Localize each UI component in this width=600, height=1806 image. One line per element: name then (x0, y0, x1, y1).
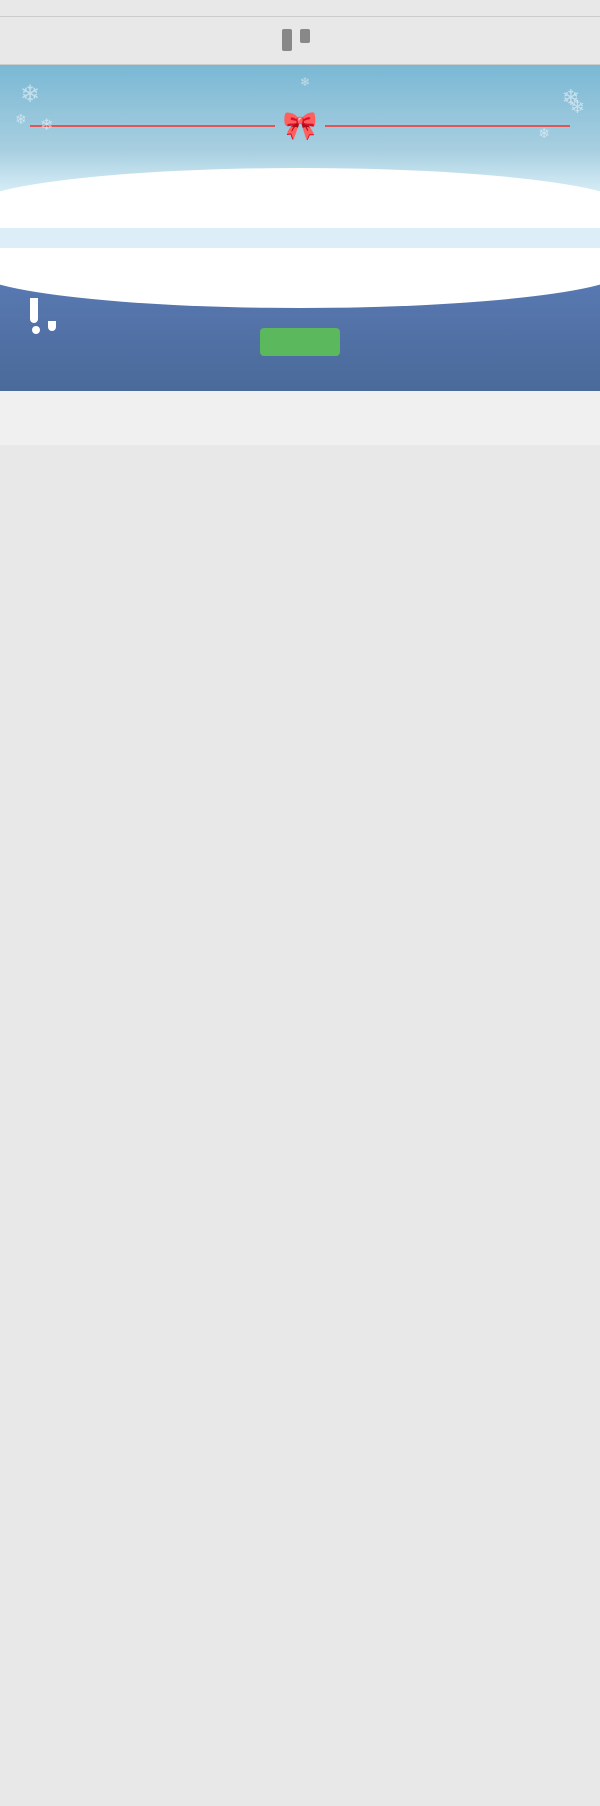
snowflake-3: ❄ (562, 85, 580, 111)
hero-divider: 🎀 (30, 109, 570, 142)
logo-area (0, 16, 600, 65)
social-footer (0, 391, 600, 445)
hero-section: ❄ ❄ ❄ ❄ ❄ ❄ ❄ 🎀 (0, 65, 600, 208)
hero-wave (0, 168, 600, 208)
snowflake-5: ❄ (300, 75, 310, 89)
snowflake-1: ❄ (20, 80, 40, 109)
drip-2 (48, 318, 60, 334)
snowflake-7: ❄ (570, 97, 585, 118)
trello-logo-icon (282, 29, 310, 51)
drip-decoration (30, 298, 60, 334)
email-wrapper: ❄ ❄ ❄ ❄ ❄ ❄ ❄ 🎀 (0, 0, 600, 445)
hero-line-right (325, 125, 570, 127)
section-9-12 (0, 248, 600, 268)
bow-icon: 🎀 (283, 109, 318, 142)
logo-container (282, 29, 318, 51)
cta-section (0, 268, 600, 391)
section-1-4 (0, 208, 600, 228)
drip-1 (30, 298, 42, 334)
show-me-how-button[interactable] (260, 328, 340, 356)
top-bar (0, 0, 600, 16)
hero-line-left (30, 125, 275, 127)
section-5-8 (0, 228, 600, 248)
footer-wave-top (0, 268, 600, 308)
snowflake-6: ❄ (15, 111, 27, 128)
